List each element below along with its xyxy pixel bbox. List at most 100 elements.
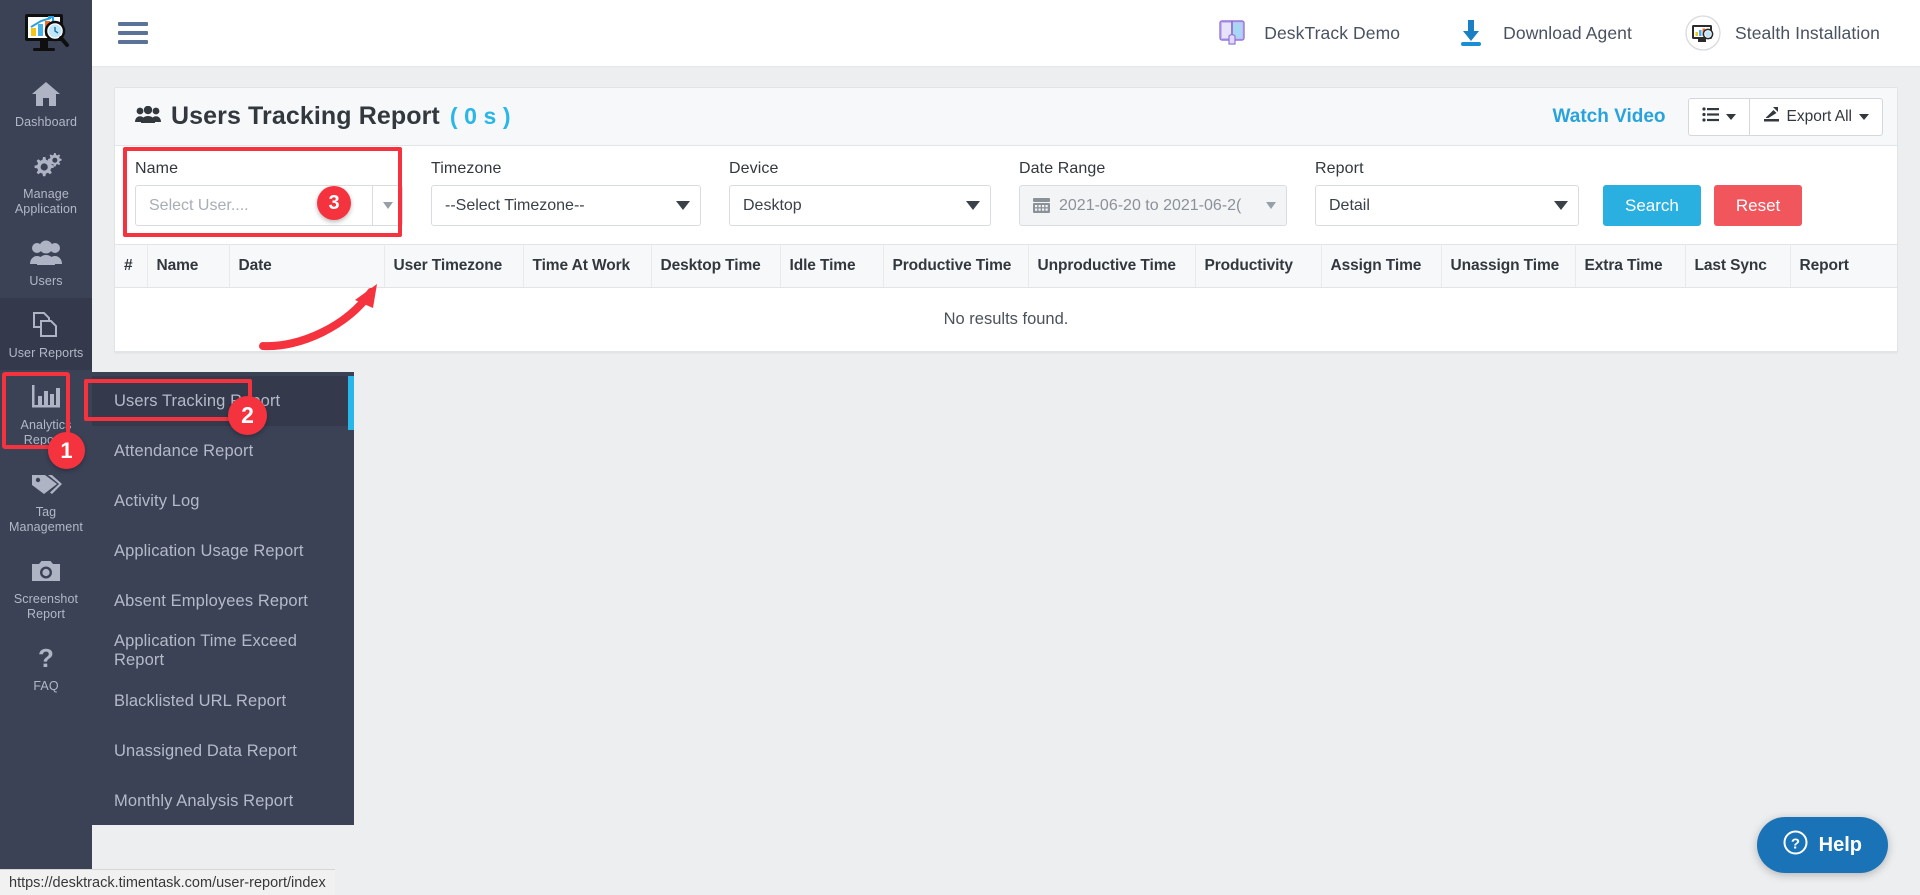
- col-time-at-work[interactable]: Time At Work: [523, 244, 652, 288]
- sidebar-item-faq[interactable]: ? FAQ: [0, 631, 92, 703]
- search-button[interactable]: Search: [1603, 185, 1701, 226]
- list-columns-icon: [1701, 106, 1719, 127]
- help-button[interactable]: ? Help: [1756, 817, 1888, 873]
- col-productivity[interactable]: Productivity: [1195, 244, 1322, 288]
- filter-label-report: Report: [1315, 160, 1364, 177]
- sidebar-item-users[interactable]: Users: [0, 226, 92, 298]
- filter-name: Name Select User....: [135, 160, 403, 226]
- submenu-item-absent-employees-report[interactable]: Absent Employees Report: [92, 576, 354, 626]
- header-action-desktrack-demo[interactable]: DeskTrack Demo: [1187, 14, 1426, 52]
- export-icon: [1763, 106, 1780, 127]
- sidebar-item-label: Users: [29, 274, 63, 288]
- chevron-down-icon: [676, 201, 690, 210]
- submenu-item-users-tracking-report[interactable]: Users Tracking Report: [92, 376, 354, 430]
- col-report[interactable]: Report: [1790, 244, 1897, 288]
- annotation-badge-1: 1: [48, 432, 85, 469]
- header-action-stealth-installation[interactable]: Stealth Installation: [1658, 14, 1906, 52]
- export-all-label: Export All: [1786, 107, 1852, 125]
- user-reports-submenu: Users Tracking Report Attendance Report …: [92, 372, 354, 825]
- desktrack-logo-icon: [25, 13, 69, 51]
- submenu-item-application-usage-report[interactable]: Application Usage Report: [92, 526, 354, 576]
- sidebar-item-dashboard[interactable]: Dashboard: [0, 67, 92, 139]
- col-idle-time[interactable]: Idle Time: [780, 244, 884, 288]
- col-date[interactable]: Date: [229, 244, 385, 288]
- filter-label-name: Name: [135, 160, 179, 177]
- col-assign-time[interactable]: Assign Time: [1321, 244, 1442, 288]
- page-title-text: Users Tracking Report: [171, 102, 440, 130]
- main-content: Users Tracking Report ( 0 s ) Watch Vide…: [92, 67, 1920, 895]
- column-visibility-button[interactable]: [1687, 97, 1750, 136]
- watch-video-link[interactable]: Watch Video: [1553, 106, 1666, 128]
- col-unassign-time[interactable]: Unassign Time: [1441, 244, 1576, 288]
- sidebar-item-manage-application[interactable]: Manage Application: [0, 139, 92, 226]
- date-range-picker[interactable]: 2021-06-20 to 2021-06-2(: [1019, 185, 1287, 226]
- svg-text:?: ?: [1791, 835, 1800, 852]
- card-header: Users Tracking Report ( 0 s ) Watch Vide…: [115, 88, 1897, 146]
- table-header-row: # Name Date User Timezone Time At Work D…: [115, 244, 1897, 288]
- timezone-select[interactable]: --Select Timezone--: [431, 185, 701, 226]
- report-select[interactable]: Detail: [1315, 185, 1579, 226]
- select-user-input[interactable]: Select User....: [149, 197, 249, 215]
- hamburger-icon[interactable]: [118, 22, 148, 44]
- annotation-badge-2: 2: [228, 396, 267, 435]
- sidebar-item-label: Manage Application: [14, 187, 78, 216]
- submenu-item-label: Absent Employees Report: [114, 591, 308, 610]
- name-select[interactable]: Select User....: [135, 185, 403, 226]
- submenu-item-application-time-exceed-report[interactable]: Application Time Exceed Report: [92, 626, 354, 676]
- app-logo[interactable]: [0, 0, 92, 67]
- submenu-item-activity-log[interactable]: Activity Log: [92, 476, 354, 526]
- help-label: Help: [1818, 833, 1862, 856]
- sidebar-item-screenshot-report[interactable]: Screenshot Report: [0, 544, 92, 631]
- tags-icon: [29, 468, 63, 500]
- col-index[interactable]: #: [115, 244, 148, 288]
- submenu-item-label: Unassigned Data Report: [114, 741, 297, 760]
- submenu-item-label: Application Time Exceed Report: [114, 632, 297, 669]
- camera-icon: [29, 555, 63, 587]
- col-productive-time[interactable]: Productive Time: [883, 244, 1029, 288]
- col-extra-time[interactable]: Extra Time: [1575, 244, 1686, 288]
- chevron-down-icon: [966, 201, 980, 210]
- bar-chart-icon: [29, 381, 63, 413]
- export-all-button[interactable]: Export All: [1749, 97, 1883, 136]
- submenu-item-blacklisted-url-report[interactable]: Blacklisted URL Report: [92, 676, 354, 726]
- sidebar-item-label: Screenshot Report: [13, 592, 79, 621]
- book-hand-icon: [1213, 14, 1251, 52]
- users-tracking-table: # Name Date User Timezone Time At Work D…: [115, 244, 1897, 352]
- header-action-label: Download Agent: [1503, 22, 1632, 43]
- record-count: ( 0 s ): [449, 103, 511, 129]
- filter-label-date-range: Date Range: [1019, 160, 1106, 177]
- col-unproductive-time[interactable]: Unproductive Time: [1028, 244, 1196, 288]
- download-icon: [1452, 14, 1490, 52]
- no-results-message: No results found.: [115, 287, 1897, 352]
- col-user-timezone[interactable]: User Timezone: [384, 244, 524, 288]
- header-action-download-agent[interactable]: Download Agent: [1426, 14, 1658, 52]
- table-header: # Name Date User Timezone Time At Work D…: [115, 244, 1897, 288]
- reset-button[interactable]: Reset: [1713, 185, 1803, 226]
- card-header-actions: Watch Video Export All: [1553, 97, 1883, 136]
- table-empty-row: No results found.: [115, 287, 1897, 352]
- status-bar: https://desktrack.timentask.com/user-rep…: [0, 869, 335, 895]
- header-actions: DeskTrack Demo Download Agent Stealth In…: [1187, 14, 1920, 52]
- filter-report: Report Detail: [1315, 160, 1579, 226]
- col-desktop-time[interactable]: Desktop Time: [651, 244, 781, 288]
- col-name[interactable]: Name: [147, 244, 230, 288]
- copy-files-icon: [29, 309, 63, 341]
- submenu-item-unassigned-data-report[interactable]: Unassigned Data Report: [92, 726, 354, 776]
- home-icon: [29, 78, 63, 110]
- sidebar-item-label: User Reports: [8, 346, 84, 360]
- chevron-down-icon[interactable]: [372, 186, 402, 225]
- sidebar-item-user-reports[interactable]: User Reports: [0, 298, 92, 370]
- device-select[interactable]: Desktop: [729, 185, 991, 226]
- active-indicator: [348, 376, 354, 430]
- svg-text:?: ?: [38, 644, 54, 672]
- submenu-item-label: Activity Log: [114, 491, 200, 510]
- page-title: Users Tracking Report ( 0 s ): [135, 102, 511, 131]
- sidebar-item-label: Tag Management: [9, 505, 83, 534]
- sidebar-item-tag-management[interactable]: Tag Management: [0, 457, 92, 544]
- annotation-badge-3: 3: [317, 186, 351, 220]
- col-last-sync[interactable]: Last Sync: [1685, 244, 1791, 288]
- report-card: Users Tracking Report ( 0 s ) Watch Vide…: [114, 87, 1898, 353]
- submenu-item-monthly-analysis-report[interactable]: Monthly Analysis Report: [92, 776, 354, 826]
- gears-icon: [29, 150, 63, 182]
- submenu-item-attendance-report[interactable]: Attendance Report: [92, 426, 354, 476]
